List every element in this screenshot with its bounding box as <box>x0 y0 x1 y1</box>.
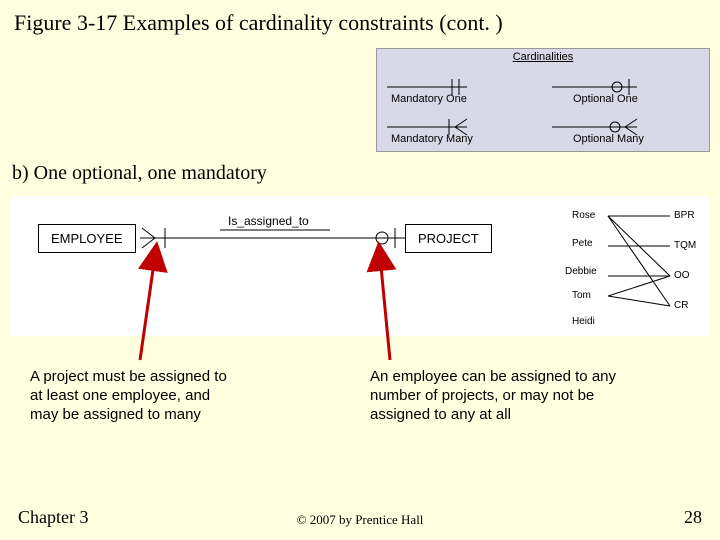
er-diagram: EMPLOYEE PROJECT Is_assigned_to Rose Pet… <box>10 196 710 336</box>
instance-project: CR <box>674 300 688 311</box>
legend-item: Optional One <box>573 93 638 105</box>
legend-item: Mandatory Many <box>391 133 473 145</box>
caption-left: A project must be assigned to at least o… <box>30 368 240 424</box>
caption-right: An employee can be assigned to any numbe… <box>370 368 620 424</box>
instance-employee: Heidi <box>572 316 595 327</box>
figure-title: Figure 3-17 Examples of cardinality cons… <box>14 10 503 36</box>
cardinality-legend: Cardinalities Mandatory One Optional One… <box>376 48 710 152</box>
legend-item: Mandatory One <box>391 93 467 105</box>
legend-item: Optional Many <box>573 133 644 145</box>
entity-employee: EMPLOYEE <box>38 224 136 253</box>
footer-page: 28 <box>684 507 702 528</box>
instance-employee: Tom <box>572 290 591 301</box>
instance-project: TQM <box>674 240 696 251</box>
subtitle: b) One optional, one mandatory <box>12 162 267 185</box>
relationship-label: Is_assigned_to <box>228 214 309 228</box>
diagram-svg <box>10 196 710 336</box>
footer-chapter: Chapter 3 <box>18 507 88 528</box>
instance-project: OO <box>674 270 690 281</box>
entity-project: PROJECT <box>405 224 492 253</box>
instance-employee: Pete <box>572 238 593 249</box>
instance-project: BPR <box>674 210 695 221</box>
footer-copyright: © 2007 by Prentice Hall <box>297 512 424 528</box>
instance-employee: Rose <box>572 210 595 221</box>
instance-employee: Debbie <box>565 266 597 277</box>
